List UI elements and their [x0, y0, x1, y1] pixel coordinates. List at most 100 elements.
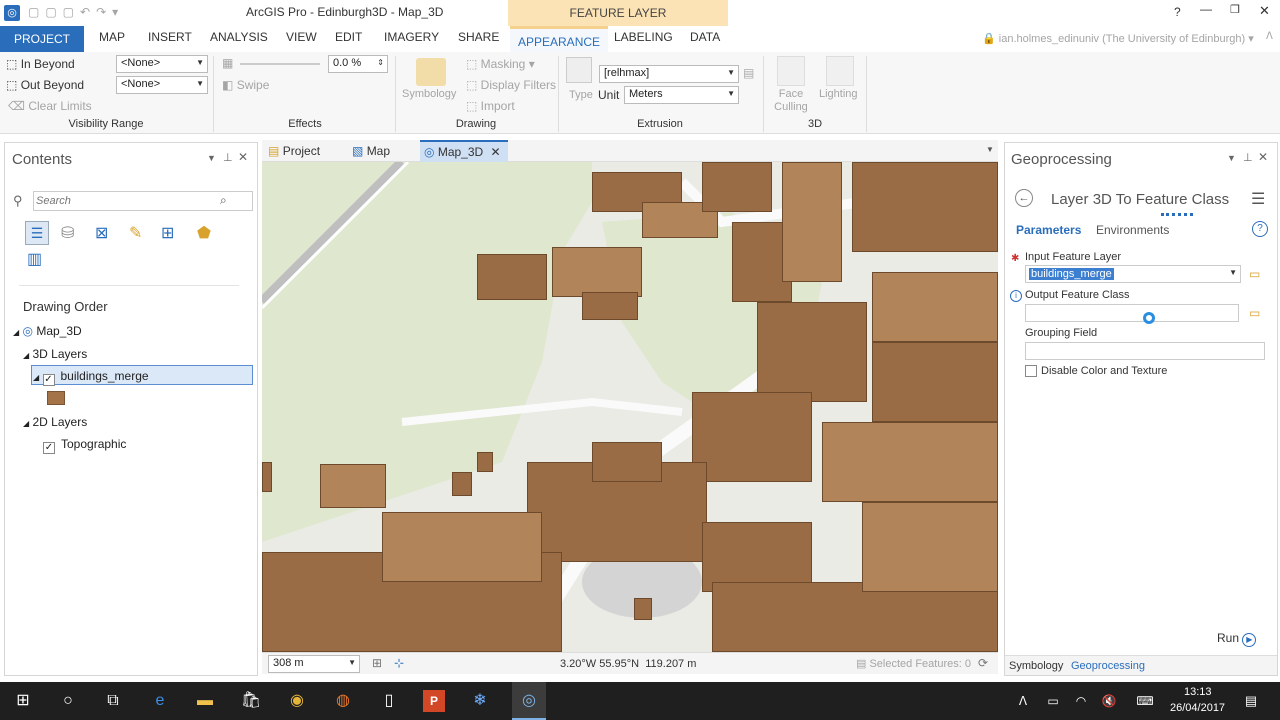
face-culling-button[interactable]: Face Culling	[769, 88, 813, 114]
ribbon-collapse-icon[interactable]: ᐱ	[1266, 31, 1273, 42]
tree-group-2d[interactable]: ◢ 2D Layers	[23, 415, 87, 429]
tab-appearance[interactable]: APPEARANCE	[510, 26, 609, 52]
tree-map-3d[interactable]: ◢ ◎ Map_3D	[13, 324, 82, 338]
selected-features[interactable]: ▤ Selected Features: 0	[856, 657, 971, 670]
pane-options-icon[interactable]: ▼	[207, 153, 216, 163]
list-by-labeling-icon[interactable]: ⬟	[197, 223, 211, 243]
refresh-icon[interactable]: ⟳	[978, 656, 988, 670]
layer-visibility-checkbox[interactable]: ✓	[43, 442, 55, 454]
help-icon[interactable]: ?	[1252, 221, 1268, 237]
scale-combo[interactable]: 308 m ▼	[268, 655, 360, 673]
tab-view[interactable]: VIEW	[286, 30, 317, 44]
out-beyond-combo[interactable]: <None> ▼	[116, 76, 208, 94]
disable-color-texture-checkbox[interactable]	[1025, 365, 1037, 377]
tab-labeling[interactable]: LABELING	[614, 30, 673, 44]
clock-date[interactable]: 26/04/2017	[1170, 702, 1225, 714]
close-button[interactable]: ✕	[1259, 3, 1270, 19]
list-by-drawing-order-icon[interactable]: ☰	[25, 221, 49, 245]
tree-layer-buildings[interactable]: ◢ ✓ buildings_merge	[33, 369, 149, 386]
help-button[interactable]: ?	[1174, 5, 1181, 19]
close-icon[interactable]: ✕	[491, 145, 501, 159]
navigator-icon[interactable]: ⊹	[394, 656, 404, 670]
tab-list-dropdown-icon[interactable]: ▼	[986, 145, 994, 154]
search-box[interactable]: ⌕	[33, 191, 253, 211]
symbology-button[interactable]: Symbology	[402, 88, 456, 100]
list-by-data-source-icon[interactable]: ⛁	[61, 223, 74, 243]
minimize-button[interactable]: —	[1200, 2, 1212, 16]
tab-data[interactable]: DATA	[690, 30, 720, 44]
task-view-icon[interactable]: ⧉	[102, 690, 124, 712]
tab-map[interactable]: MAP	[99, 30, 125, 44]
network-icon[interactable]: ◠	[1070, 690, 1092, 712]
volume-icon[interactable]: 🔇	[1098, 690, 1120, 712]
snowflake-app-icon[interactable]: ❄	[469, 690, 491, 712]
tab-parameters[interactable]: Parameters	[1016, 223, 1081, 237]
expand-icon[interactable]: ◢	[13, 328, 19, 337]
tab-project[interactable]: PROJECT	[0, 26, 84, 52]
expand-icon[interactable]: ◢	[23, 351, 29, 360]
list-by-editing-icon[interactable]: ✎	[129, 223, 142, 243]
notifications-icon[interactable]: ▤	[1240, 690, 1262, 712]
layer-symbol-swatch[interactable]	[47, 391, 65, 405]
clear-limits-button[interactable]: ⌫ Clear Limits	[8, 99, 92, 113]
symbology-icon[interactable]	[416, 58, 446, 86]
pane-options-icon[interactable]: ▼	[1227, 153, 1236, 163]
blank-document-icon[interactable]: ▯	[378, 690, 400, 712]
extrusion-field-combo[interactable]: [relhmax] ▼	[599, 65, 739, 83]
close-icon[interactable]: ✕	[1258, 150, 1268, 164]
maximize-button[interactable]: ❐	[1230, 3, 1240, 16]
arcgis-pro-taskbar-icon[interactable]: ◎	[512, 682, 546, 720]
windows-start-icon[interactable]: ⊞	[12, 690, 34, 712]
tab-project-view[interactable]: ▤ Project	[268, 144, 320, 158]
tab-insert[interactable]: INSERT	[148, 30, 192, 44]
output-feature-class-input[interactable]	[1025, 304, 1239, 322]
expand-icon[interactable]: ◢	[23, 419, 29, 428]
tab-imagery[interactable]: IMAGERY	[384, 30, 439, 44]
lighting-button[interactable]: Lighting	[819, 88, 858, 100]
list-by-snapping-icon[interactable]: ⊞	[161, 223, 174, 243]
unit-combo[interactable]: Meters ▼	[624, 86, 739, 104]
cortana-search-icon[interactable]: ○	[57, 690, 79, 712]
browse-icon[interactable]: ▭	[1249, 306, 1260, 320]
edge-browser-icon[interactable]: e	[149, 690, 171, 712]
pin-icon[interactable]: ⊥	[223, 151, 233, 164]
tab-map3d-view[interactable]: ◎ Map_3D ✕	[420, 140, 508, 162]
file-explorer-icon[interactable]: ▬	[194, 690, 216, 712]
tab-share[interactable]: SHARE	[458, 30, 499, 44]
firefox-icon[interactable]: ◍	[332, 690, 354, 712]
store-icon[interactable]: 🛍	[240, 690, 262, 712]
layer-visibility-checkbox[interactable]: ✓	[42, 374, 55, 386]
input-feature-layer-combo[interactable]: buildings_merge ▼	[1025, 265, 1241, 283]
3d-scene-view[interactable]	[262, 162, 998, 652]
face-culling-icon[interactable]	[777, 56, 805, 86]
grouping-field-input[interactable]	[1025, 342, 1265, 360]
tab-map-view[interactable]: ▧ Map	[352, 144, 390, 158]
display-filters-button[interactable]: ⬚ Display Filters	[466, 78, 556, 92]
in-beyond-combo[interactable]: <None> ▼	[116, 55, 208, 73]
tab-environments[interactable]: Environments	[1096, 223, 1169, 237]
filter-icon[interactable]: ⚲	[13, 193, 23, 209]
keyboard-icon[interactable]: ⌨	[1134, 690, 1156, 712]
chrome-icon[interactable]: ◉	[286, 690, 308, 712]
quick-access-toolbar[interactable]: ▢▢▢↶↷▾	[28, 5, 124, 19]
pin-icon[interactable]: ⊥	[1243, 151, 1253, 164]
transparency-slider[interactable]	[240, 63, 320, 65]
search-input[interactable]	[36, 193, 216, 209]
list-by-selection-icon[interactable]: ⊠	[95, 223, 108, 243]
extrusion-expression-icon[interactable]: ▤	[743, 66, 754, 80]
list-by-charts-icon[interactable]: ▥	[27, 249, 42, 269]
extrusion-type-icon[interactable]	[566, 57, 592, 83]
browse-icon[interactable]: ▭	[1249, 267, 1260, 281]
fixed-zoom-icon[interactable]: ⊞	[372, 656, 382, 670]
clock-time[interactable]: 13:13	[1184, 686, 1212, 698]
run-button[interactable]: Run ▶	[1217, 631, 1257, 647]
swipe-button[interactable]: ◧ Swipe	[222, 78, 269, 92]
masking-button[interactable]: ⬚ Masking ▾	[466, 57, 535, 71]
menu-icon[interactable]: ☰	[1251, 189, 1265, 209]
tab-geoprocessing-pane[interactable]: Geoprocessing	[1071, 660, 1145, 672]
back-icon[interactable]: ←	[1015, 189, 1033, 207]
close-icon[interactable]: ✕	[238, 150, 248, 164]
powerpoint-icon[interactable]: P	[423, 690, 445, 712]
search-icon[interactable]: ⌕	[220, 193, 227, 208]
transparency-spinner[interactable]: 0.0 % ⇕	[328, 55, 388, 73]
